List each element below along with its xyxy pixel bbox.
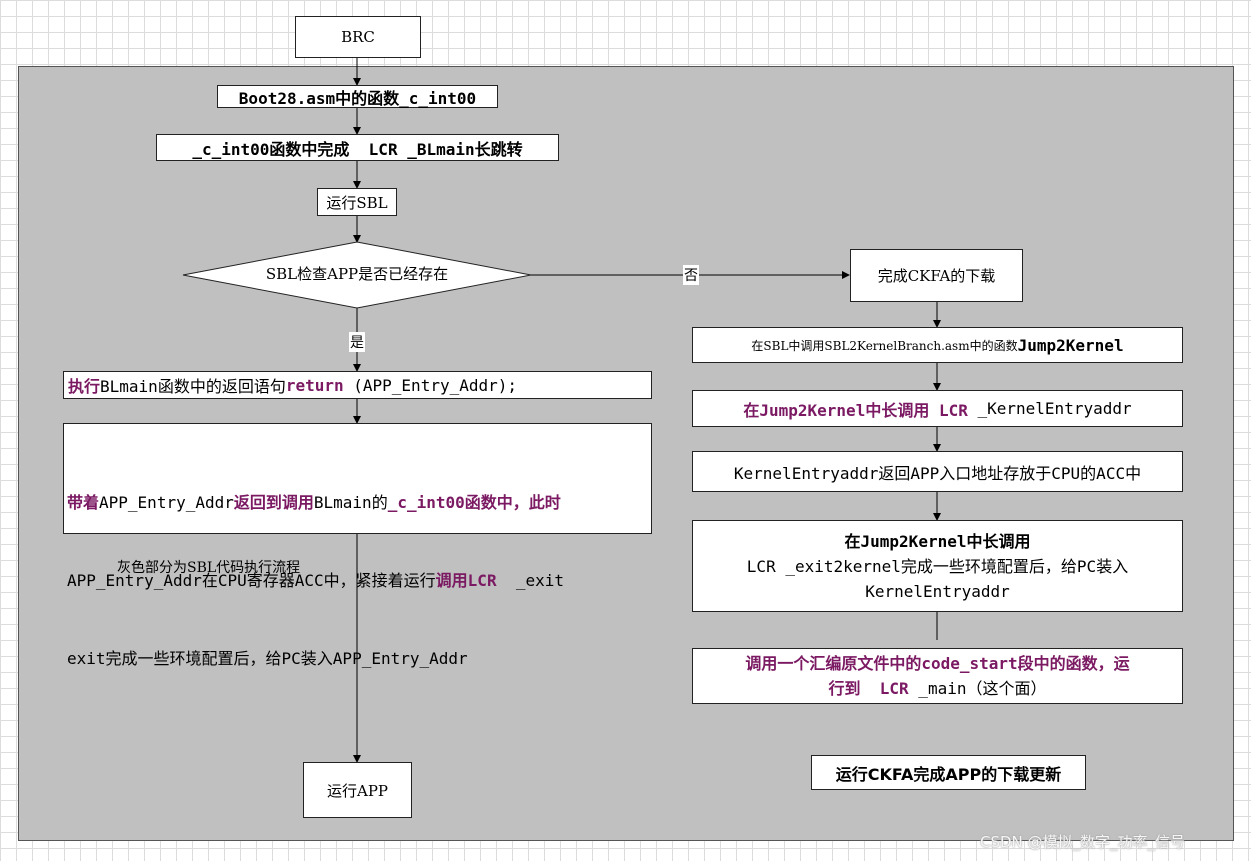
edge-label-no: 否 [683, 265, 699, 285]
lcr-exit2kernel-line3: KernelEntryaddr [865, 581, 1010, 601]
lcr-exit2kernel-node: 在Jump2Kernel中长调用 LCR _exit2kernel完成一些环境配… [692, 520, 1183, 612]
run-sbl-node: 运行SBL [317, 188, 397, 216]
execute-prefix: 执行 [68, 377, 101, 396]
boot28-label: Boot28.asm中的函数_c_int00 [238, 88, 477, 108]
return-with-l2c: _exit [496, 571, 565, 590]
run-app-node: 运行APP [303, 762, 412, 818]
execute-return-keyword: return [285, 375, 344, 395]
cint00-label: _c_int00函数中完成 LCR _BLmain长跳转 [192, 139, 523, 159]
brc-node: BRC [295, 16, 421, 58]
lcr-kernelentry-target: _KernelEntryaddr [967, 399, 1132, 418]
return-with-l1e: _c_int00函数中，此时 [387, 493, 561, 512]
execute-return-node: 执行 BLmain函数中的返回语句 return (APP_Entry_Addr); [63, 371, 652, 399]
gray-area-note-text: 灰色部分为SBL代码执行流程 [117, 560, 301, 576]
legend-label: 运行CKFA完成APP的下载更新 [835, 764, 1062, 784]
execute-args: (APP_Entry_Addr); [343, 375, 518, 395]
watermark-text: CSDN @模拟_数字_功率_信号 [980, 833, 1186, 851]
run-app-label: 运行APP [326, 781, 389, 800]
jump2kernel-call-func: Jump2Kernel [1017, 335, 1124, 355]
call-code-start-l2a: 行到 LCR [828, 679, 909, 698]
edge-label-no-text: 否 [684, 268, 698, 284]
run-sbl-label: 运行SBL [326, 193, 388, 212]
return-with-l1b: APP_Entry_Addr [99, 493, 234, 512]
kernelentry-return-label: KernelEntryaddr返回APP入口地址存放于CPU的ACC中 [733, 463, 1142, 483]
return-with-node: 带着APP_Entry_Addr返回到调用BLmain的_c_int00函数中，… [63, 423, 652, 668]
jump2kernel-call-prefix: 在SBL中调用SBL2KernelBranch.asm中的函数 [751, 338, 1018, 353]
call-code-start-node: 调用一个汇编原文件中的code_start段中的函数，运 行到 LCR _mai… [692, 648, 1183, 704]
return-with-l1d: BLmain的 [313, 493, 388, 512]
lcr-kernelentry-prefix: 在Jump2Kernel中长调用 LCR [743, 400, 968, 420]
call-code-start-line2: 行到 LCR _main（这个面） [829, 676, 1047, 701]
edge-label-yes: 是 [349, 332, 365, 352]
lcr-kernelentry-node: 在Jump2Kernel中长调用 LCR _KernelEntryaddr [692, 390, 1183, 427]
return-with-l2b: 调用LCR [435, 571, 497, 590]
call-code-start-l2b: _main（这个面） [908, 679, 1047, 698]
lcr-exit2kernel-line2: LCR _exit2kernel完成一些环境配置后，给PC装入 [746, 556, 1129, 576]
lcr-exit2kernel-line1: 在Jump2Kernel中长调用 [844, 531, 1031, 551]
jump2kernel-call-node: 在SBL中调用SBL2KernelBranch.asm中的函数 Jump2Kern… [692, 327, 1183, 363]
sbl-check-text: SBL检查APP是否已经存在 [265, 265, 449, 283]
kernelentry-return-node: KernelEntryaddr返回APP入口地址存放于CPU的ACC中 [692, 451, 1183, 492]
ckfa-download-label: 完成CKFA的下载 [877, 267, 996, 285]
watermark: CSDN @模拟_数字_功率_信号 [980, 831, 1185, 852]
return-with-l1c: 返回到调用 [233, 493, 314, 512]
cint00-node: _c_int00函数中完成 LCR _BLmain长跳转 [156, 134, 559, 161]
gray-area-note: 灰色部分为SBL代码执行流程 [117, 557, 300, 577]
boot28-node: Boot28.asm中的函数_c_int00 [217, 85, 498, 108]
legend-box: 运行CKFA完成APP的下载更新 [811, 755, 1086, 790]
execute-body: BLmain函数中的返回语句 [100, 377, 286, 396]
return-with-l1a: 带着 [67, 493, 100, 512]
ckfa-download-node: 完成CKFA的下载 [850, 249, 1023, 302]
brc-label: BRC [341, 28, 375, 46]
edge-label-yes-text: 是 [350, 335, 364, 351]
sbl-check-label: SBL检查APP是否已经存在 [183, 263, 531, 284]
return-with-line3: exit完成一些环境配置后，给PC装入APP_Entry_Addr [67, 649, 468, 668]
call-code-start-line1: 调用一个汇编原文件中的code_start段中的函数，运 [745, 654, 1130, 673]
return-with-line1: 带着APP_Entry_Addr返回到调用BLmain的_c_int00函数中，… [67, 490, 651, 516]
